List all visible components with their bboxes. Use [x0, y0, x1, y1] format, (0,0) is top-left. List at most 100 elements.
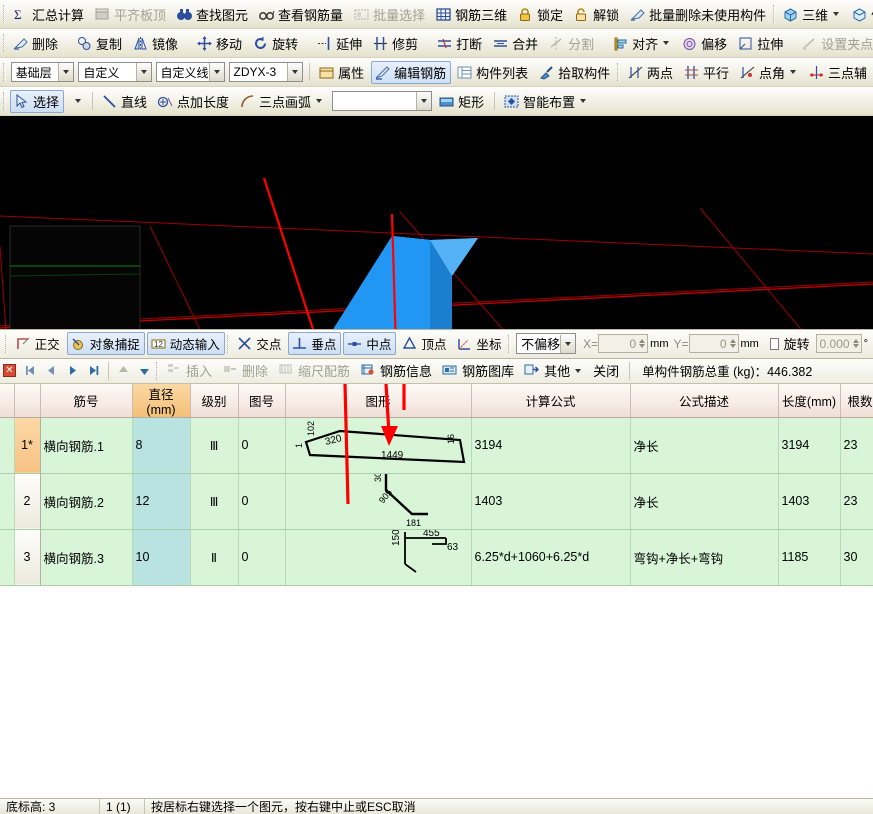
rebarbar-grip[interactable]	[156, 361, 159, 380]
rebar-library-button[interactable]: 钢筋图库	[439, 359, 519, 382]
cell-rebar-no-3[interactable]: 横向钢筋.3	[40, 529, 133, 586]
snapbar-grip[interactable]	[5, 334, 8, 353]
cell-rebar-no-2[interactable]: 横向钢筋.2	[40, 473, 133, 530]
row-header-2[interactable]: 2	[14, 473, 41, 530]
snap-vertex-button[interactable]: 顶点	[398, 332, 451, 355]
snap-perpendicular-button[interactable]: 垂点	[288, 332, 342, 355]
col-length[interactable]: 长度(mm)	[778, 383, 841, 418]
lock-button[interactable]: 锁定	[514, 3, 568, 26]
cell-grade-2[interactable]: Ⅲ	[190, 473, 239, 530]
view-top-button[interactable]: 俯视	[848, 3, 873, 26]
cell-formula-1[interactable]: 3194	[471, 417, 631, 474]
col-formula-desc[interactable]: 公式描述	[630, 383, 779, 418]
select-dropdown[interactable]	[66, 90, 87, 113]
toolbar-grip-3[interactable]	[3, 34, 5, 52]
toolbar-grip[interactable]	[3, 5, 5, 23]
three-point-aux-button[interactable]: 三点辅	[805, 61, 872, 84]
shape-combo-arrow[interactable]	[416, 92, 432, 110]
cell-length-1[interactable]: 3194	[778, 417, 841, 474]
cell-formula-desc-3[interactable]: 弯钩+净长+弯钩	[630, 529, 779, 586]
set-grip-button[interactable]: 设置夹点	[798, 32, 873, 55]
cell-grade-1[interactable]: Ⅲ	[190, 417, 239, 474]
cell-formula-desc-2[interactable]: 净长	[630, 473, 779, 530]
unlock-button[interactable]: 解锁	[570, 3, 624, 26]
rotate-checkbox[interactable]	[769, 337, 779, 350]
rebar-3d-button[interactable]: 钢筋三维	[432, 3, 512, 26]
first-record-button[interactable]	[22, 362, 39, 379]
y-spinner[interactable]	[729, 339, 736, 348]
stretch-button[interactable]: 拉伸	[734, 32, 788, 55]
layer-combo-arrow[interactable]	[58, 63, 74, 81]
batch-select-button[interactable]: 批量选择	[350, 3, 430, 26]
point-angle-button[interactable]: 点角	[736, 61, 803, 84]
offset-mode-combo[interactable]: 不偏移	[516, 333, 577, 354]
close-icon[interactable]: ✕	[3, 364, 16, 377]
cell-diameter-1[interactable]: 8	[131, 417, 191, 474]
break-button[interactable]: 打断	[433, 32, 487, 55]
cell-rebar-no-1[interactable]: 横向钢筋.1	[40, 417, 133, 474]
cell-fig-no-2[interactable]: 0	[238, 473, 286, 530]
offset-mode-arrow[interactable]	[560, 334, 576, 353]
viewport-3d[interactable]: Z X Y	[0, 116, 873, 329]
cell-count-1[interactable]: 23	[840, 417, 873, 474]
other-button[interactable]: 其他	[521, 359, 588, 382]
toolbar-grip-5[interactable]	[617, 63, 620, 81]
chevron-down-icon-3[interactable]	[663, 41, 670, 45]
chevron-down-icon-4[interactable]	[789, 70, 796, 74]
extend-button[interactable]: 延伸	[313, 32, 367, 55]
align-button[interactable]: 对齐	[609, 32, 676, 55]
view-3d-button[interactable]: 三维	[779, 3, 846, 26]
snapbar-grip-3[interactable]	[508, 334, 512, 353]
type-combo-arrow[interactable]	[135, 63, 151, 81]
cell-diameter-3[interactable]: 10	[131, 529, 191, 586]
find-element-button[interactable]: 查找图元	[173, 3, 253, 26]
element-combo[interactable]: ZDYX-3	[228, 62, 304, 82]
table-row[interactable]: 1* 横向钢筋.1 8 Ⅲ 0 102 1 320 1449 16 3194 净…	[0, 417, 873, 474]
row-header-3[interactable]: 3	[14, 529, 41, 586]
col-diameter[interactable]: 直径(mm)	[132, 383, 191, 418]
split-button[interactable]: 分割	[545, 32, 599, 55]
rebar-table[interactable]: 筋号 直径(mm) 级别 图号 图形 计算公式 公式描述 长度(mm) 根数 1…	[0, 383, 873, 798]
toolbar-grip-2[interactable]	[773, 5, 776, 23]
type-combo[interactable]: 自定义	[78, 62, 152, 82]
prev-record-button[interactable]	[43, 362, 60, 379]
merge-button[interactable]: 合并	[489, 32, 543, 55]
rotate-spinner[interactable]	[852, 339, 859, 348]
two-point-button[interactable]: 两点	[624, 61, 678, 84]
subtype-combo-arrow[interactable]	[208, 63, 224, 81]
snapbar-grip-2[interactable]	[226, 334, 230, 353]
delete-row-button[interactable]: 删除	[219, 359, 273, 382]
line-button[interactable]: 直线	[98, 90, 152, 113]
cell-shape-3[interactable]: 455 150 63	[285, 529, 472, 586]
col-rebar-no[interactable]: 筋号	[40, 383, 133, 418]
point-add-length-button[interactable]: 点加长度	[154, 90, 234, 113]
cell-grade-3[interactable]: Ⅱ	[190, 529, 239, 586]
offset-button[interactable]: 偏移	[678, 32, 732, 55]
trim-button[interactable]: 修剪	[369, 32, 423, 55]
cell-formula-2[interactable]: 1403	[471, 473, 631, 530]
cell-diameter-2[interactable]: 12	[131, 473, 191, 530]
copy-button[interactable]: 复制	[73, 32, 127, 55]
smart-layout-button[interactable]: 智能布置	[500, 90, 593, 113]
delete-button[interactable]: 删除	[9, 32, 63, 55]
shape-combo[interactable]	[332, 91, 433, 111]
toolbar-grip-4[interactable]	[3, 63, 6, 81]
cell-shape-1[interactable]: 102 1 320 1449 16	[285, 417, 472, 474]
rotate-button[interactable]: 旋转	[249, 32, 303, 55]
element-combo-arrow[interactable]	[287, 63, 303, 81]
rotate-input[interactable]: 0.000	[815, 334, 862, 353]
object-snap-button[interactable]: 对象捕捉	[66, 332, 145, 355]
cell-fig-no-3[interactable]: 0	[238, 529, 286, 586]
col-grade[interactable]: 级别	[190, 383, 239, 418]
pick-component-button[interactable]: 拾取构件	[535, 61, 615, 84]
rebar-info-button[interactable]: 钢筋信息	[357, 359, 437, 382]
dynamic-input-button[interactable]: 12 动态输入	[146, 332, 225, 355]
snap-midpoint-button[interactable]: 中点	[343, 332, 397, 355]
snap-intersection-button[interactable]: 交点	[233, 332, 286, 355]
view-rebar-qty-button[interactable]: 查看钢筋量	[255, 3, 348, 26]
chevron-down-icon-6[interactable]	[316, 99, 323, 103]
cell-formula-desc-1[interactable]: 净长	[630, 417, 779, 474]
table-row[interactable]: 2 横向钢筋.2 12 Ⅲ 0 306 905 181 1403 净长 1403…	[0, 473, 873, 530]
insert-button[interactable]: 插入	[163, 359, 217, 382]
move-button[interactable]: 移动	[193, 32, 247, 55]
